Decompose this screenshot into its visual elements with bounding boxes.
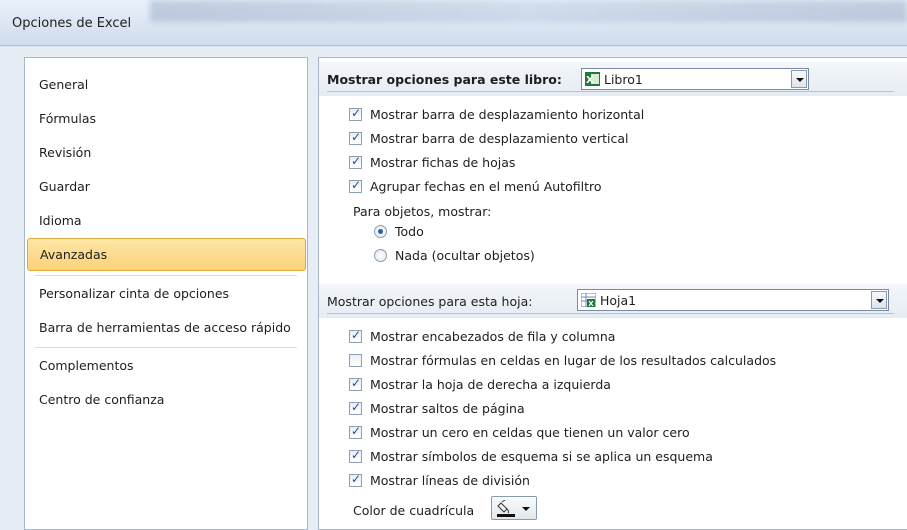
checkbox[interactable]	[349, 154, 362, 169]
objects-label: Para objetos, mostrar:	[353, 204, 492, 219]
option-label: Mostrar barra de desplazamiento horizont…	[370, 107, 645, 122]
excel-sheet-icon: X	[581, 293, 596, 307]
dropdown-arrow-icon	[522, 507, 530, 511]
nav-separator	[35, 347, 297, 348]
radio-button[interactable]	[374, 225, 387, 238]
sheet-section-header: Mostrar opciones para esta hoja: X Hoja1	[319, 284, 907, 318]
gridline-color-button[interactable]	[491, 496, 537, 520]
workbook-select[interactable]: X Libro1	[581, 68, 809, 90]
checkbox[interactable]	[349, 130, 362, 145]
nav-item-idioma[interactable]: Idioma	[27, 204, 306, 237]
option-label: Mostrar símbolos de esquema si se aplica…	[370, 449, 713, 464]
section-divider	[327, 91, 894, 92]
blurred-ribbon	[150, 0, 907, 22]
option-label: Mostrar líneas de división	[370, 473, 530, 488]
checkbox[interactable]	[349, 328, 362, 343]
dialog-body: General Fórmulas Revisión Guardar Idioma…	[0, 47, 907, 530]
section-divider	[327, 313, 894, 314]
nav-item-centro-confianza[interactable]: Centro de confianza	[27, 383, 306, 416]
nav-item-guardar[interactable]: Guardar	[27, 170, 306, 203]
checkbox[interactable]	[349, 376, 362, 391]
checkbox[interactable]	[349, 400, 362, 415]
option-label: Mostrar encabezados de fila y columna	[370, 329, 616, 344]
checkbox[interactable]	[349, 424, 362, 439]
option-label: Agrupar fechas en el menú Autofiltro	[370, 179, 602, 194]
sheet-section-label: Mostrar opciones para esta hoja:	[327, 294, 533, 309]
window-title: Opciones de Excel	[12, 16, 132, 31]
advanced-options-panel: Mostrar opciones para este libro: X Libr…	[318, 57, 907, 530]
excel-workbook-icon: X	[585, 72, 600, 86]
option-label: Mostrar barra de desplazamiento vertical	[370, 131, 629, 146]
sheet-select[interactable]: X Hoja1	[577, 289, 889, 311]
checkbox[interactable]	[349, 354, 362, 367]
checkbox[interactable]	[349, 472, 362, 487]
gridline-color-label: Color de cuadrícula	[353, 503, 475, 518]
nav-separator	[35, 275, 297, 276]
workbook-select-value: Libro1	[604, 72, 643, 87]
nav-item-personalizar-cinta[interactable]: Personalizar cinta de opciones	[27, 277, 306, 310]
nav-item-barra-acceso-rapido[interactable]: Barra de herramientas de acceso rápido	[27, 311, 306, 344]
option-label: Mostrar saltos de página	[370, 401, 525, 416]
sheet-select-value: Hoja1	[600, 293, 637, 308]
checkbox[interactable]	[349, 106, 362, 121]
radio-button[interactable]	[374, 249, 387, 262]
checkbox[interactable]	[349, 448, 362, 463]
workbook-section-header: Mostrar opciones para este libro: X Libr…	[319, 62, 907, 96]
option-label: Mostrar fichas de hojas	[370, 155, 516, 170]
radio-label: Todo	[395, 224, 424, 239]
radio-label: Nada (ocultar objetos)	[395, 248, 535, 263]
option-label: Mostrar un cero en celdas que tienen un …	[370, 425, 690, 440]
option-label: Mostrar fórmulas en celdas en lugar de l…	[370, 353, 777, 368]
nav-item-revision[interactable]: Revisión	[27, 136, 306, 169]
checkbox[interactable]	[349, 178, 362, 193]
nav-item-formulas[interactable]: Fórmulas	[27, 102, 306, 135]
dropdown-arrow-icon[interactable]	[791, 70, 807, 88]
svg-text:X: X	[588, 300, 594, 307]
nav-item-complementos[interactable]: Complementos	[27, 349, 306, 382]
title-bar: Opciones de Excel	[0, 0, 907, 46]
workbook-section-label: Mostrar opciones para este libro:	[327, 72, 562, 87]
option-label: Mostrar la hoja de derecha a izquierda	[370, 377, 611, 392]
dropdown-arrow-icon[interactable]	[871, 291, 887, 309]
svg-text:X: X	[586, 75, 594, 86]
paint-bucket-icon	[497, 500, 515, 517]
nav-item-avanzadas[interactable]: Avanzadas	[27, 238, 306, 271]
options-nav: General Fórmulas Revisión Guardar Idioma…	[24, 57, 308, 530]
nav-item-general[interactable]: General	[27, 68, 306, 101]
